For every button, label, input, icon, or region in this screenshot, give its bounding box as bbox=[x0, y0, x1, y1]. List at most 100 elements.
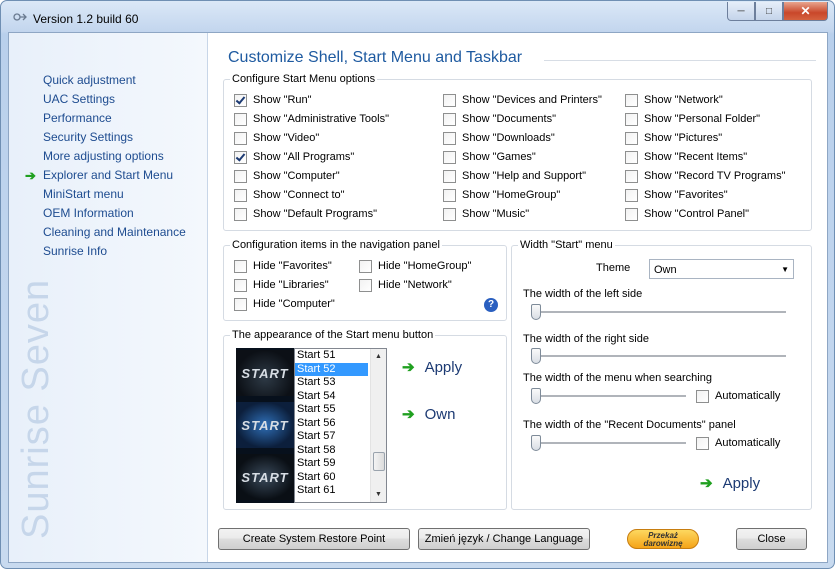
sidebar-item-ministart-menu[interactable]: MiniStart menu bbox=[43, 185, 186, 204]
slider-thumb[interactable] bbox=[531, 304, 541, 320]
checkbox-show-network[interactable]: Show "Network" bbox=[625, 92, 723, 108]
left-side-width-slider[interactable] bbox=[531, 302, 786, 322]
sidebar-item-cleaning-and-maintenance[interactable]: Cleaning and Maintenance bbox=[43, 223, 186, 242]
create-restore-point-button[interactable]: Create System Restore Point bbox=[218, 528, 410, 550]
recent-documents-width-slider[interactable] bbox=[531, 433, 686, 453]
close-window-button[interactable]: ✕ bbox=[783, 2, 828, 21]
checkbox-show-personal-folder[interactable]: Show "Personal Folder" bbox=[625, 111, 760, 127]
sidebar-item-sunrise-info[interactable]: Sunrise Info bbox=[43, 242, 186, 261]
checkbox-box[interactable] bbox=[625, 207, 638, 221]
checkbox-hide-favorites[interactable]: Hide "Favorites" bbox=[234, 258, 332, 274]
slider-thumb[interactable] bbox=[531, 348, 541, 364]
sidebar-item-uac-settings[interactable]: UAC Settings bbox=[43, 90, 186, 109]
list-item[interactable]: Start 53 bbox=[295, 376, 368, 390]
checkbox-hide-libraries[interactable]: Hide "Libraries" bbox=[234, 277, 329, 293]
checkbox-box[interactable] bbox=[234, 112, 247, 126]
checkbox-box[interactable] bbox=[234, 207, 247, 221]
checkbox-box[interactable] bbox=[625, 93, 638, 107]
checkbox-box[interactable] bbox=[696, 436, 709, 450]
checkbox-show-homegroup[interactable]: Show "HomeGroup" bbox=[443, 187, 560, 203]
listbox-scrollbar[interactable]: ▲ ▼ bbox=[370, 349, 386, 502]
checkbox-box[interactable] bbox=[443, 188, 456, 202]
list-item[interactable]: Start 59 bbox=[295, 457, 368, 471]
apply-width-button[interactable]: ➔ Apply bbox=[700, 474, 760, 493]
checkbox-show-computer[interactable]: Show "Computer" bbox=[234, 168, 340, 184]
checkbox-box[interactable] bbox=[359, 259, 372, 273]
checkbox-show-run[interactable]: Show "Run" bbox=[234, 92, 312, 108]
checkbox-recent-automatically[interactable]: Automatically bbox=[696, 435, 780, 451]
checkbox-box[interactable] bbox=[234, 131, 247, 145]
change-language-button[interactable]: Zmień język / Change Language bbox=[418, 528, 590, 550]
checkbox-box[interactable] bbox=[625, 131, 638, 145]
checkbox-hide-network[interactable]: Hide "Network" bbox=[359, 277, 452, 293]
checkbox-show-documents[interactable]: Show "Documents" bbox=[443, 111, 556, 127]
checkbox-box[interactable] bbox=[234, 278, 247, 292]
help-icon[interactable]: ? bbox=[484, 298, 498, 312]
list-item[interactable]: Start 56 bbox=[295, 417, 368, 431]
list-item[interactable]: Start 51 bbox=[295, 349, 368, 363]
checkbox-show-connect-to[interactable]: Show "Connect to" bbox=[234, 187, 345, 203]
checkbox-show-devices-and-printers[interactable]: Show "Devices and Printers" bbox=[443, 92, 602, 108]
title-bar[interactable]: Version 1.2 build 60 ─ □ ✕ bbox=[1, 1, 834, 33]
checkbox-box[interactable] bbox=[234, 188, 247, 202]
sidebar-item-performance[interactable]: Performance bbox=[43, 109, 186, 128]
checkbox-box[interactable] bbox=[443, 150, 456, 164]
list-item[interactable]: Start 55 bbox=[295, 403, 368, 417]
checkbox-box[interactable] bbox=[443, 169, 456, 183]
checkbox-box[interactable] bbox=[443, 207, 456, 221]
close-button[interactable]: Close bbox=[736, 528, 807, 550]
checkbox-show-control-panel[interactable]: Show "Control Panel" bbox=[625, 206, 749, 222]
donate-button[interactable]: Przekaż darowiznę bbox=[627, 529, 699, 549]
checkbox-box[interactable] bbox=[443, 93, 456, 107]
right-side-width-slider[interactable] bbox=[531, 346, 786, 366]
scroll-up-icon[interactable]: ▲ bbox=[371, 349, 386, 364]
checkbox-box[interactable] bbox=[234, 259, 247, 273]
checkbox-show-recent-items[interactable]: Show "Recent Items" bbox=[625, 149, 747, 165]
apply-start-button[interactable]: ➔ Apply bbox=[402, 358, 462, 377]
checkbox-hide-computer[interactable]: Hide "Computer" bbox=[234, 296, 335, 312]
checkbox-box[interactable] bbox=[234, 169, 247, 183]
maximize-button[interactable]: □ bbox=[755, 2, 783, 21]
start-style-listbox[interactable]: Start 51 Start 52 Start 53 Start 54 Star… bbox=[294, 348, 387, 503]
checkbox-show-video[interactable]: Show "Video" bbox=[234, 130, 319, 146]
search-width-slider[interactable] bbox=[531, 386, 686, 406]
checkbox-box[interactable] bbox=[696, 389, 709, 403]
checkbox-show-pictures[interactable]: Show "Pictures" bbox=[625, 130, 722, 146]
checkbox-box[interactable] bbox=[359, 278, 372, 292]
sidebar-item-quick-adjustment[interactable]: Quick adjustment bbox=[43, 71, 186, 90]
checkbox-show-games[interactable]: Show "Games" bbox=[443, 149, 536, 165]
own-start-button[interactable]: ➔ Own bbox=[402, 405, 455, 424]
list-item[interactable]: Start 61 bbox=[295, 484, 368, 498]
list-item[interactable]: Start 58 bbox=[295, 444, 368, 458]
checkbox-show-default-programs[interactable]: Show "Default Programs" bbox=[234, 206, 377, 222]
checkbox-box[interactable] bbox=[234, 93, 247, 107]
checkbox-show-all-programs[interactable]: Show "All Programs" bbox=[234, 149, 354, 165]
slider-thumb[interactable] bbox=[531, 435, 541, 451]
checkbox-search-automatically[interactable]: Automatically bbox=[696, 388, 780, 404]
checkbox-show-music[interactable]: Show "Music" bbox=[443, 206, 529, 222]
checkbox-box[interactable] bbox=[234, 297, 247, 311]
list-item[interactable]: Start 57 bbox=[295, 430, 368, 444]
theme-select[interactable]: Own ▼ bbox=[649, 259, 794, 279]
list-item[interactable]: Start 54 bbox=[295, 390, 368, 404]
checkbox-box[interactable] bbox=[443, 131, 456, 145]
checkbox-show-administrative-tools[interactable]: Show "Administrative Tools" bbox=[234, 111, 389, 127]
sidebar-item-oem-information[interactable]: OEM Information bbox=[43, 204, 186, 223]
checkbox-box[interactable] bbox=[625, 188, 638, 202]
list-item[interactable]: Start 60 bbox=[295, 471, 368, 485]
scroll-down-icon[interactable]: ▼ bbox=[371, 487, 386, 502]
slider-thumb[interactable] bbox=[531, 388, 541, 404]
checkbox-show-help-and-support[interactable]: Show "Help and Support" bbox=[443, 168, 586, 184]
checkbox-box[interactable] bbox=[625, 150, 638, 164]
checkbox-show-favorites[interactable]: Show "Favorites" bbox=[625, 187, 728, 203]
checkbox-hide-homegroup[interactable]: Hide "HomeGroup" bbox=[359, 258, 471, 274]
checkbox-show-record-tv-programs[interactable]: Show "Record TV Programs" bbox=[625, 168, 786, 184]
checkbox-box[interactable] bbox=[625, 169, 638, 183]
checkbox-box[interactable] bbox=[234, 150, 247, 164]
minimize-button[interactable]: ─ bbox=[727, 2, 755, 21]
sidebar-item-more-adjusting-options[interactable]: More adjusting options bbox=[43, 147, 186, 166]
checkbox-box[interactable] bbox=[443, 112, 456, 126]
checkbox-show-downloads[interactable]: Show "Downloads" bbox=[443, 130, 555, 146]
checkbox-box[interactable] bbox=[625, 112, 638, 126]
scroll-thumb[interactable] bbox=[373, 452, 385, 471]
